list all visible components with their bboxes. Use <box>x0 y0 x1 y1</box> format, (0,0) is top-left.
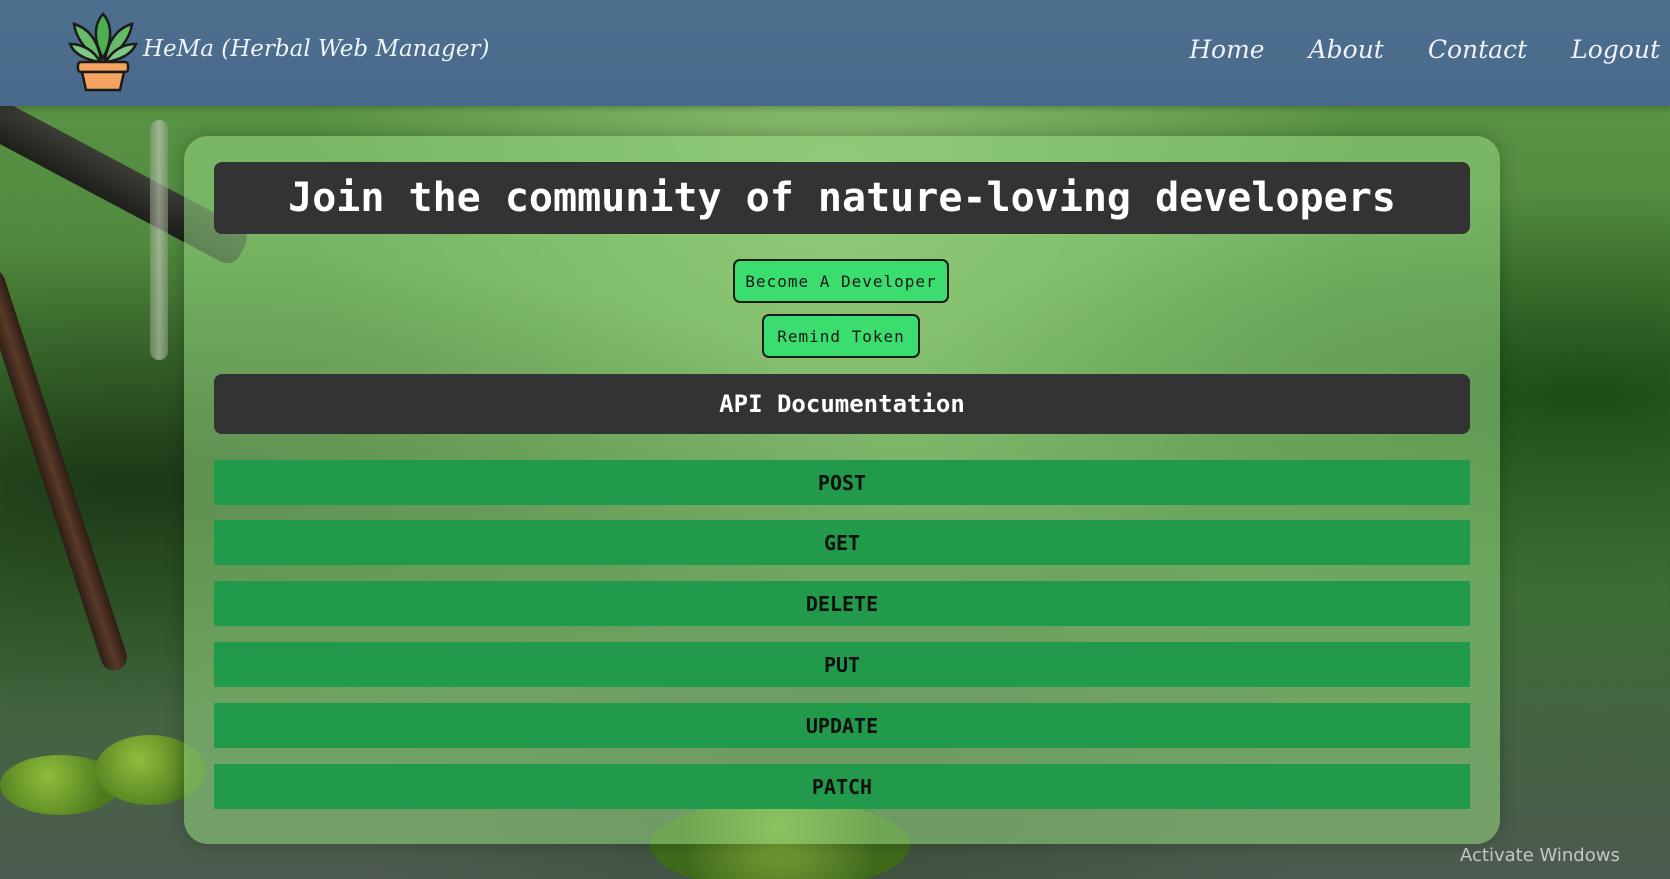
api-method-get[interactable]: GET <box>214 520 1470 565</box>
nav-logout-link[interactable]: Logout <box>1571 35 1660 64</box>
api-method-patch[interactable]: PATCH <box>214 764 1470 809</box>
api-method-delete[interactable]: DELETE <box>214 581 1470 626</box>
page-title: Join the community of nature-loving deve… <box>214 162 1470 234</box>
activate-windows-watermark: Activate Windows <box>1460 845 1620 866</box>
api-method-update[interactable]: UPDATE <box>214 703 1470 748</box>
plant-pot-icon[interactable] <box>68 10 138 92</box>
developer-panel: Join the community of nature-loving deve… <box>184 136 1500 844</box>
nav-home-link[interactable]: Home <box>1189 35 1264 64</box>
main-nav: Home About Contact Logout <box>1189 35 1660 64</box>
become-developer-button[interactable]: Become A Developer <box>733 259 949 303</box>
api-documentation-heading: API Documentation <box>214 374 1470 434</box>
top-navbar: HeMa (Herbal Web Manager) Home About Con… <box>0 0 1670 106</box>
brand-title: HeMa (Herbal Web Manager) <box>143 36 490 62</box>
api-method-put[interactable]: PUT <box>214 642 1470 687</box>
api-method-post[interactable]: POST <box>214 460 1470 505</box>
tree-trunk <box>0 266 131 674</box>
tree-trunk-pale <box>150 120 168 360</box>
nav-about-link[interactable]: About <box>1309 35 1384 64</box>
remind-token-button[interactable]: Remind Token <box>762 314 920 358</box>
nav-contact-link[interactable]: Contact <box>1428 35 1527 64</box>
